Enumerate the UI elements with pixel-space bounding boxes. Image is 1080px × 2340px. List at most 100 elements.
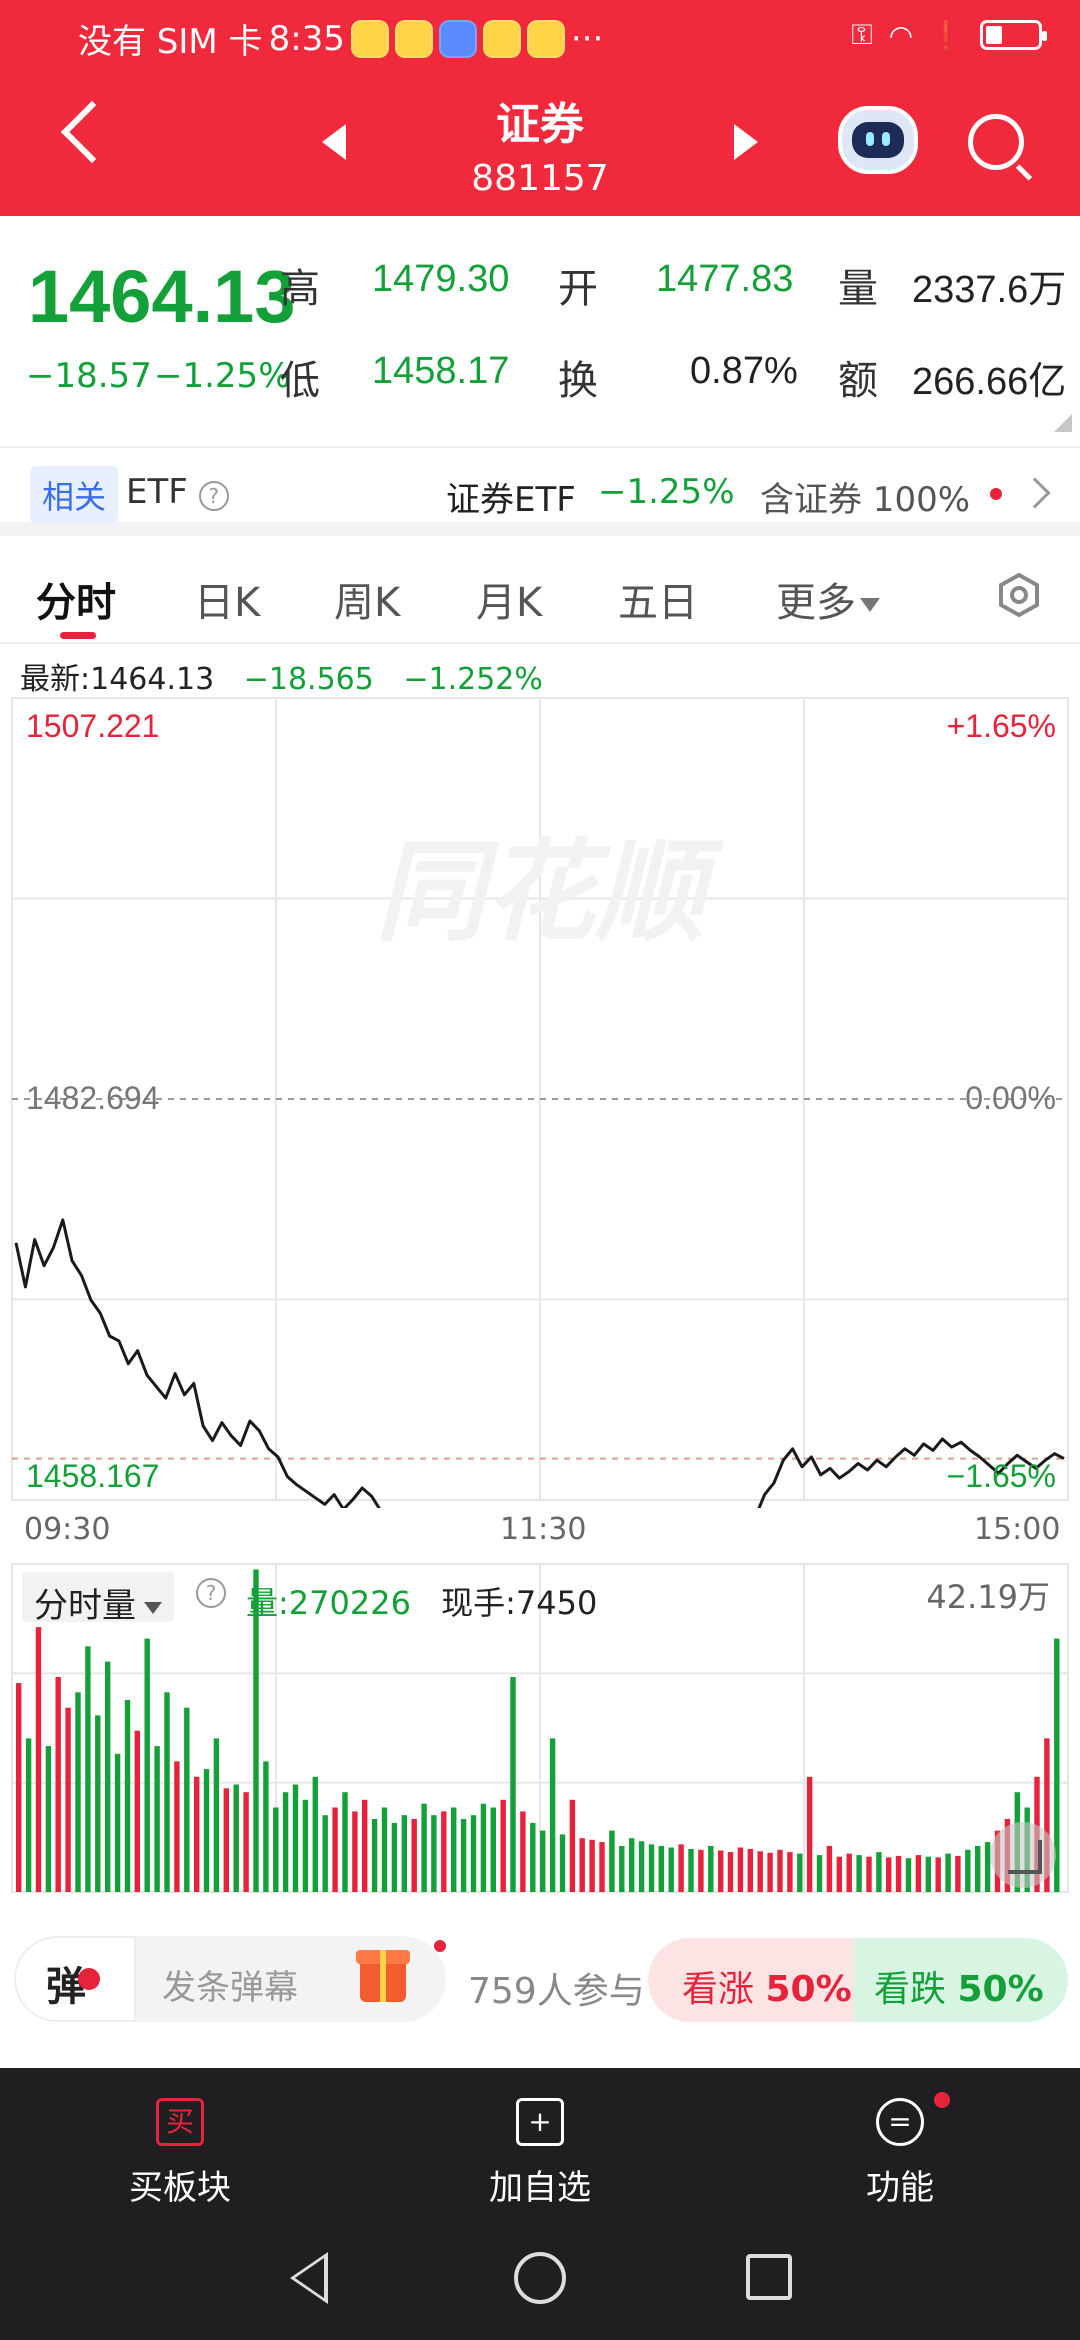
volume-bar [747,1849,753,1892]
quote-panel: 1464.13 −18.57 −1.25% 高 1479.30 低 1458.1… [0,216,1080,442]
volume-bar [757,1851,763,1892]
related-etf-bar[interactable]: 相关 ETF ? 证券ETF −1.25% 含证券 100% [0,446,1080,536]
volume-bar [708,1845,714,1892]
system-back-icon[interactable] [290,2252,328,2304]
next-stock-icon[interactable] [734,124,758,160]
system-home-icon[interactable] [514,2252,566,2304]
volume-bar [381,1807,388,1892]
volume-bar [806,1776,813,1892]
notification-music-icon [438,19,477,58]
caret-down-icon [860,598,880,612]
bottom-pct-label: −1.65% [946,1458,1056,1494]
chevron-right-icon[interactable] [1019,477,1051,509]
volume-bar [727,1852,734,1892]
buy-sector-button[interactable]: 买 买板块 [60,2098,300,2209]
notification-app-icon [350,19,389,58]
volume-bar [510,1677,516,1892]
turnover-value: 0.87% [690,350,798,392]
volume-bar [65,1707,71,1892]
volume-bar [935,1857,941,1892]
amount-label: 额 [838,358,878,404]
volume-bar [688,1849,694,1892]
danmaku-toggle[interactable]: 弹 [14,1936,136,2022]
volume-bar [203,1769,210,1892]
volume-bar [243,1792,249,1892]
add-watchlist-button[interactable]: + 加自选 [420,2098,660,2209]
notification-app-icon [394,19,433,58]
top-pct-label: +1.65% [946,708,1056,744]
tab-monthly-k[interactable]: 月K [476,570,542,628]
robot-assistant-icon[interactable] [838,106,918,174]
volume-bar [174,1761,180,1892]
search-icon[interactable] [968,114,1024,170]
tab-five-day[interactable]: 五日 [618,570,698,628]
volume-bar [45,1746,52,1892]
bottom-price-label: 1458.167 [26,1458,160,1494]
volume-bar [263,1761,269,1892]
function-button[interactable]: = 功能 [780,2098,1020,2209]
volume-bar [599,1842,605,1892]
volume-bar [905,1858,912,1892]
expand-corner-icon[interactable] [1054,414,1072,432]
volume-max-label: 42.19万 [926,1578,1050,1616]
volume-bar [975,1845,981,1892]
caret-down-icon [144,1601,162,1614]
volume-bar [144,1638,150,1892]
volume-selector[interactable]: 分时量 [22,1572,174,1626]
fullscreen-icon[interactable] [990,1822,1056,1888]
volume-bar [856,1855,862,1892]
etf-name: 证券ETF [446,480,576,520]
system-recents-icon[interactable] [746,2254,792,2300]
volume-bar [85,1646,91,1892]
volume-bar [292,1784,299,1892]
status-left: 没有 SIM 卡 8:35 ··· [78,14,603,63]
help-icon[interactable]: ? [198,481,229,511]
volume-bar [273,1807,279,1892]
volume-bar [638,1841,645,1892]
tab-daily-k[interactable]: 日K [194,570,260,628]
price-change: −18.57 [26,356,152,396]
gift-icon[interactable] [356,1950,410,2002]
volume-bar [698,1849,704,1892]
bullish-button[interactable]: 看涨 50% [648,1938,860,2022]
volume-bar [648,1844,655,1892]
participant-count: 759人参与 [468,1971,645,2012]
chart-tabs: 分时 日K 周K 月K 五日 更多 [0,540,1080,644]
high-value: 1479.30 [372,258,510,300]
volume-bar [35,1627,42,1892]
tab-weekly-k[interactable]: 周K [334,570,400,628]
function-red-dot [934,2092,950,2108]
volume-bar [658,1845,664,1892]
volume-bar [223,1788,229,1892]
volume-bar [421,1803,427,1892]
check-badge-icon [78,1968,100,1990]
buy-icon: 买 [156,2098,204,2146]
current-price: 1464.13 [28,255,296,338]
alert-icon: ❗ [929,18,964,52]
settings-hexagon-icon[interactable] [996,572,1042,618]
help-icon[interactable]: ? [196,1578,226,1608]
reference-price-label: 1482.694 [26,1080,160,1116]
tab-more[interactable]: 更多 [776,570,880,628]
time-label-open: 09:30 [24,1512,111,1547]
watermark-text: 同花顺 [375,828,725,956]
intraday-price-chart[interactable]: 同花顺 [0,690,1080,1508]
active-tab-indicator [60,632,96,639]
chart-grid [11,697,1069,1501]
volume-bar [95,1715,101,1892]
volume-bar [816,1855,823,1892]
buy-sector-label: 买板块 [129,2168,231,2208]
volume-bar [322,1815,328,1892]
volume-bar [371,1819,378,1892]
volume-bar [480,1803,487,1892]
volume-bar [737,1847,744,1892]
bearish-button[interactable]: 看跌 50% [854,1938,1068,2022]
volume-bar [411,1819,417,1892]
high-label: 高 [280,266,320,312]
volume-bar [332,1807,338,1892]
wifi-icon: ◠ [888,18,914,52]
volume-bar [184,1707,190,1892]
battery-icon [980,20,1047,50]
amount-value: 266.66亿 [912,361,1067,403]
tab-intraday[interactable]: 分时 [36,570,116,628]
